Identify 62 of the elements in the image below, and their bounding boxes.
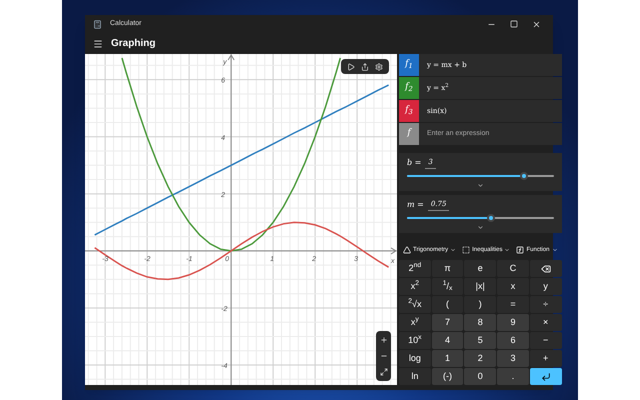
keypad-key[interactable]: 1: [432, 350, 464, 367]
caret-icon: [504, 247, 510, 253]
settings-icon[interactable]: [375, 62, 383, 70]
keypad-key[interactable]: 10$^{x}$: [399, 332, 431, 349]
keypad-key[interactable]: 0: [464, 368, 496, 385]
calculator-icon: [93, 20, 102, 28]
keypad-key[interactable]: y: [530, 278, 562, 295]
function-tag[interactable]: f$_{2}$: [399, 77, 419, 99]
zoom-in-icon[interactable]: [380, 336, 388, 344]
keypad-key[interactable]: π: [432, 260, 464, 277]
keypad-key[interactable]: 2: [464, 350, 496, 367]
chevron-down-icon[interactable]: [476, 182, 484, 189]
keypad-key[interactable]: 5: [464, 332, 496, 349]
function-tag[interactable]: f$_{3}$: [399, 100, 419, 122]
keypad-key[interactable]: x$^{2}$: [399, 278, 431, 295]
function-tag[interactable]: f$_{1}$: [399, 54, 419, 76]
keypad-key[interactable]: ÷: [530, 296, 562, 313]
keypad-key[interactable]: =: [497, 296, 529, 313]
keypad-key[interactable]: (-): [432, 368, 464, 385]
keypad-key[interactable]: −: [530, 332, 562, 349]
keypad-key[interactable]: 7: [432, 314, 464, 331]
keypad-key[interactable]: (: [432, 296, 464, 313]
keypad-key[interactable]: C: [497, 260, 529, 277]
keypad-key[interactable]: $^{1}$/$_{x}$: [432, 278, 464, 295]
trace-icon[interactable]: [347, 62, 355, 70]
keypad-key[interactable]: 9: [497, 314, 529, 331]
fit-icon[interactable]: [380, 368, 388, 376]
caret-icon: [552, 247, 558, 253]
keypad-key[interactable]: ×: [530, 314, 562, 331]
keypad-key[interactable]: 4: [432, 332, 464, 349]
keypad-key[interactable]: $^{2}$√x: [399, 296, 431, 313]
keypad-key[interactable]: 6: [497, 332, 529, 349]
keypad-key[interactable]: +: [530, 350, 562, 367]
keypad-key[interactable]: e: [464, 260, 496, 277]
maximize-icon[interactable]: [510, 20, 518, 28]
keypad-key[interactable]: x$^{y}$: [399, 314, 431, 331]
function-icon: [516, 246, 524, 254]
share-icon[interactable]: [361, 62, 369, 70]
keypad-key[interactable]: |x|: [464, 278, 496, 295]
keypad-key[interactable]: 3: [497, 350, 529, 367]
keypad-key[interactable]: 2$^{nd}$: [399, 260, 431, 277]
menu-icon[interactable]: [93, 38, 103, 48]
square-icon: [462, 246, 470, 254]
close-icon[interactable]: [532, 20, 541, 28]
keypad-key[interactable]: 8: [464, 314, 496, 331]
keypad-key[interactable]: x: [497, 278, 529, 295]
mode-title: Graphing: [111, 37, 156, 51]
chevron-down-icon[interactable]: [476, 224, 484, 231]
variable-label: m =: [407, 199, 424, 211]
keypad-key[interactable]: log: [399, 350, 431, 367]
backspace-icon: [540, 264, 551, 274]
keypad-key[interactable]: ln: [399, 368, 431, 385]
caret-icon: [450, 247, 456, 253]
triangle-icon: [403, 246, 411, 254]
backspace-key[interactable]: [530, 260, 562, 277]
enter-key[interactable]: [530, 368, 562, 385]
enter-icon: [540, 372, 551, 382]
variable-label: b =: [407, 157, 422, 169]
keypad-key[interactable]: ): [464, 296, 496, 313]
keypad-key[interactable]: .: [497, 368, 529, 385]
slider-thumb[interactable]: [486, 214, 494, 222]
slider-thumb[interactable]: [520, 172, 528, 180]
